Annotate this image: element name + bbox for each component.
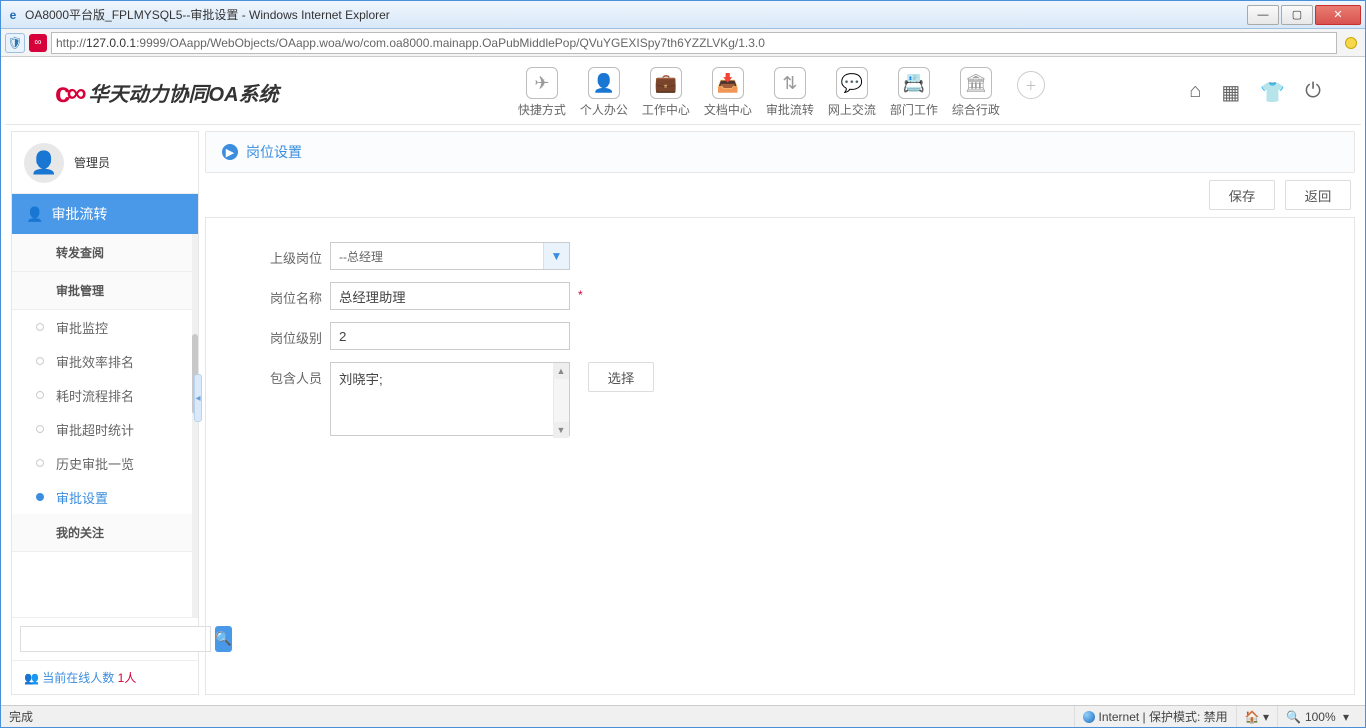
panel-title: 岗位设置: [246, 142, 302, 162]
label-position-name: 岗位名称: [246, 282, 330, 307]
sidebar-scrollbar[interactable]: [192, 234, 198, 617]
chevron-down-icon: ▼: [543, 243, 569, 269]
scroll-up-icon[interactable]: ▲: [553, 363, 569, 379]
menu-item-efficiency[interactable]: 审批效率排名: [12, 344, 192, 378]
address-bar: 🛡 ∞ http://127.0.0.1:9999/OAapp/WebObjec…: [1, 29, 1365, 57]
compat-view-icon[interactable]: [1341, 33, 1361, 53]
nav-dept[interactable]: 📇部门工作: [885, 67, 943, 118]
logo-mark-icon: c∞: [55, 77, 83, 109]
scroll-down-icon[interactable]: ▼: [553, 422, 569, 438]
app-header: c∞ 华天动力协同OA系统 ✈快捷方式 👤个人办公 💼工作中心 📥文档中心 ⇅审…: [5, 61, 1361, 125]
menu-item-duration[interactable]: 耗时流程排名: [12, 378, 192, 412]
menu-item-monitor[interactable]: 审批监控: [12, 310, 192, 344]
status-security-icons[interactable]: 🏠 ▾: [1236, 706, 1277, 727]
panel-header: ▶ 岗位设置: [205, 131, 1355, 173]
save-button[interactable]: 保存: [1209, 180, 1275, 210]
people-icon: 👥: [24, 671, 39, 685]
sidebar-section-approval[interactable]: 👤 审批流转: [12, 194, 198, 234]
sidebar-search-input[interactable]: [20, 626, 211, 652]
security-shield-icon[interactable]: 🛡: [5, 33, 25, 53]
members-textarea[interactable]: [330, 362, 570, 436]
globe-icon: [1083, 711, 1095, 723]
status-left: 完成: [9, 708, 33, 725]
person-flow-icon: 👤: [26, 206, 43, 223]
calendar-icon: 📇: [898, 67, 930, 99]
nav-chat[interactable]: 💬网上交流: [823, 67, 881, 118]
required-mark: *: [578, 282, 583, 302]
paper-plane-icon: ✈: [526, 67, 558, 99]
power-icon[interactable]: ⏻: [1305, 80, 1321, 105]
sidebar-collapse-handle[interactable]: ◂: [194, 374, 202, 422]
user-block: 👤 管理员: [12, 132, 198, 194]
parent-position-select[interactable]: --总经理 ▼: [330, 242, 570, 270]
chat-icon: 💬: [836, 67, 868, 99]
flow-icon: ⇅: [774, 67, 806, 99]
main-panel: ▶ 岗位设置 保存 返回 上级岗位 --总经理 ▼: [205, 131, 1355, 695]
form-panel: 上级岗位 --总经理 ▼ 岗位名称 *: [205, 217, 1355, 695]
back-button[interactable]: 返回: [1285, 180, 1351, 210]
person-icon: 👤: [588, 67, 620, 99]
ie-icon: e: [5, 7, 21, 23]
sidebar: 👤 管理员 👤 审批流转 转发查阅 审批管理 审批监控 审批效率排名 耗时流程排…: [11, 131, 199, 695]
logo: c∞ 华天动力协同OA系统: [55, 77, 279, 109]
menu-item-timeout[interactable]: 审批超时统计: [12, 412, 192, 446]
pick-members-button[interactable]: 选择: [588, 362, 654, 392]
status-bar: 完成 Internet | 保护模式: 禁用 🏠 ▾ 🔍 100% ▾: [1, 705, 1365, 727]
nav-shortcut[interactable]: ✈快捷方式: [513, 67, 571, 118]
nav-personal[interactable]: 👤个人办公: [575, 67, 633, 118]
online-count: 👥 当前在线人数 1人: [12, 660, 198, 694]
avatar-icon: 👤: [24, 143, 64, 183]
label-position-level: 岗位级别: [246, 322, 330, 347]
inbox-icon: 📥: [712, 67, 744, 99]
status-internet: Internet | 保护模式: 禁用: [1074, 706, 1236, 727]
building-icon: 🏛: [960, 67, 992, 99]
menu-group-forward[interactable]: 转发查阅: [12, 234, 192, 272]
home-icon[interactable]: ⌂: [1189, 80, 1201, 105]
url-input[interactable]: http://127.0.0.1:9999/OAapp/WebObjects/O…: [51, 32, 1337, 54]
nav-work[interactable]: 💼工作中心: [637, 67, 695, 118]
user-name: 管理员: [74, 154, 110, 171]
apps-icon[interactable]: ▦: [1221, 80, 1240, 105]
menu-item-settings[interactable]: 审批设置: [12, 480, 192, 514]
favicon: ∞: [29, 34, 47, 52]
titlebar: e OA8000平台版_FPLMYSQL5--审批设置 - Windows In…: [1, 1, 1365, 29]
label-parent-position: 上级岗位: [246, 242, 330, 267]
nav-add-button[interactable]: ＋: [1017, 71, 1045, 99]
menu-group-approval-mgmt[interactable]: 审批管理: [12, 272, 192, 310]
nav-approval[interactable]: ⇅审批流转: [761, 67, 819, 118]
label-members: 包含人员: [246, 362, 330, 387]
position-name-input[interactable]: [330, 282, 570, 310]
status-zoom[interactable]: 🔍 100% ▾: [1277, 706, 1357, 727]
quick-icons: ⌂ ▦ 👕 ⏻: [1189, 80, 1321, 105]
menu-item-history[interactable]: 历史审批一览: [12, 446, 192, 480]
nav-admin[interactable]: 🏛综合行政: [947, 67, 1005, 118]
briefcase-icon: 💼: [650, 67, 682, 99]
menu-group-follow[interactable]: 我的关注: [12, 514, 192, 552]
shirt-icon[interactable]: 👕: [1260, 80, 1285, 105]
logo-text: 华天动力协同OA系统: [89, 78, 279, 107]
minimize-button[interactable]: —: [1247, 5, 1279, 25]
close-button[interactable]: ✕: [1315, 5, 1361, 25]
position-level-input[interactable]: [330, 322, 570, 350]
top-nav: ✈快捷方式 👤个人办公 💼工作中心 📥文档中心 ⇅审批流转 💬网上交流 📇部门工…: [423, 67, 1045, 118]
maximize-button[interactable]: ▢: [1281, 5, 1313, 25]
window-title: OA8000平台版_FPLMYSQL5--审批设置 - Windows Inte…: [25, 6, 1245, 23]
nav-docs[interactable]: 📥文档中心: [699, 67, 757, 118]
arrow-right-icon: ▶: [222, 144, 238, 160]
